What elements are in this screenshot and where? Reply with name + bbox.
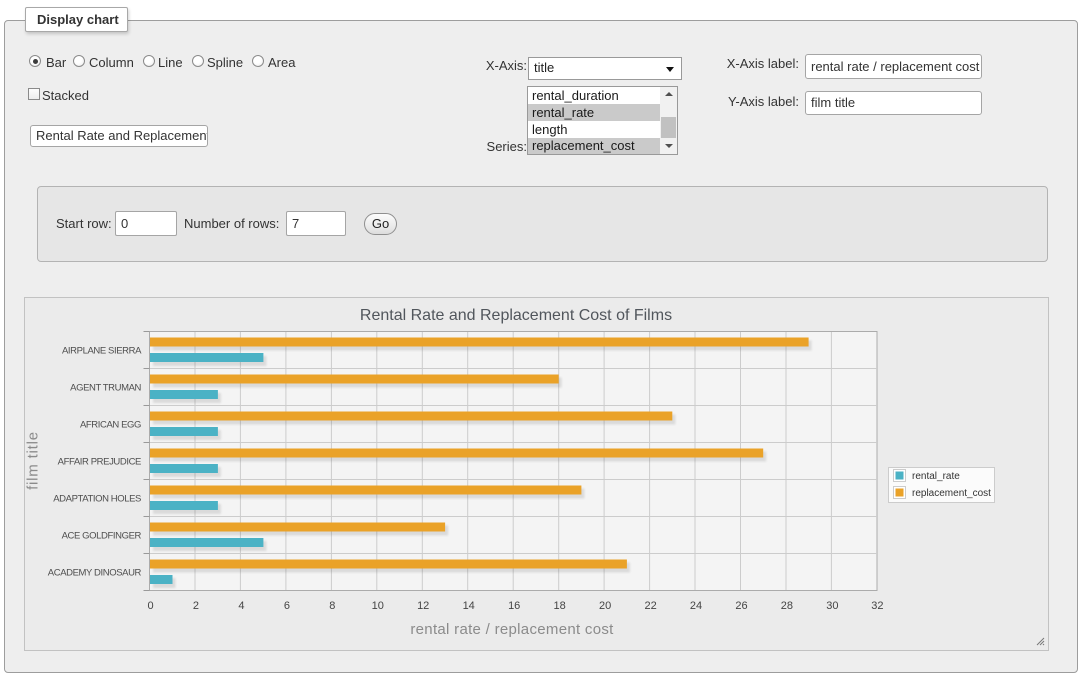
svg-text:rental rate / replacement cost: rental rate / replacement cost — [410, 621, 614, 638]
svg-text:AFRICAN EGG: AFRICAN EGG — [80, 420, 141, 431]
svg-text:24: 24 — [690, 600, 702, 612]
svg-text:ACADEMY DINOSAUR: ACADEMY DINOSAUR — [48, 568, 142, 579]
svg-text:Rental Rate and Replacement Co: Rental Rate and Replacement Cost of Film… — [360, 307, 672, 324]
svg-text:10: 10 — [372, 600, 384, 612]
svg-text:rental_rate: rental_rate — [912, 471, 960, 482]
svg-text:18: 18 — [553, 600, 565, 612]
svg-text:AGENT TRUMAN: AGENT TRUMAN — [70, 383, 141, 394]
svg-text:30: 30 — [826, 600, 838, 612]
svg-text:4: 4 — [238, 600, 244, 612]
svg-text:14: 14 — [463, 600, 475, 612]
svg-text:6: 6 — [284, 600, 290, 612]
svg-text:22: 22 — [644, 600, 656, 612]
svg-text:film title: film title — [25, 431, 42, 490]
svg-text:32: 32 — [871, 600, 883, 612]
svg-text:ADAPTATION HOLES: ADAPTATION HOLES — [53, 494, 141, 505]
svg-text:26: 26 — [735, 600, 747, 612]
svg-text:28: 28 — [781, 600, 793, 612]
svg-text:16: 16 — [508, 600, 520, 612]
svg-text:2: 2 — [193, 600, 199, 612]
svg-text:AFFAIR PREJUDICE: AFFAIR PREJUDICE — [58, 457, 141, 468]
svg-text:0: 0 — [147, 600, 153, 612]
svg-text:ACE GOLDFINGER: ACE GOLDFINGER — [62, 531, 142, 542]
svg-text:8: 8 — [329, 600, 335, 612]
svg-text:AIRPLANE SIERRA: AIRPLANE SIERRA — [62, 346, 142, 357]
svg-text:20: 20 — [599, 600, 611, 612]
svg-text:replacement_cost: replacement_cost — [912, 488, 991, 499]
svg-text:12: 12 — [417, 600, 429, 612]
